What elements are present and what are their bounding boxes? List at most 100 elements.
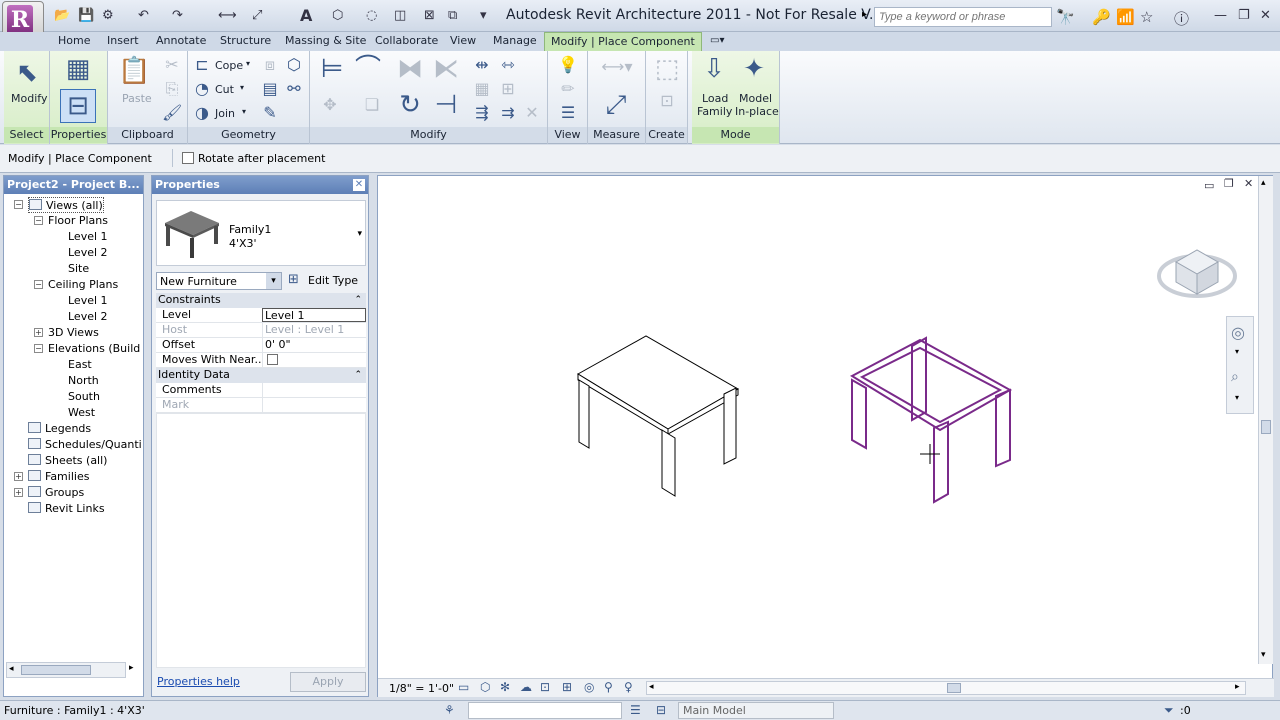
- switch-windows-qat-icon[interactable]: ⧉: [448, 8, 457, 24]
- paste-icon[interactable]: 📋: [118, 55, 150, 87]
- move-icon[interactable]: ✥: [316, 95, 344, 115]
- browser-item[interactable]: North: [68, 373, 99, 389]
- browser-item[interactable]: Level 2: [68, 245, 108, 261]
- scroll-up-icon[interactable]: ▴: [1261, 178, 1266, 188]
- canvas-vertical-scrollbar[interactable]: ▴ ▾: [1258, 176, 1273, 664]
- browser-item[interactable]: Level 1: [68, 293, 108, 309]
- tree-toggle-expand-icon[interactable]: +: [14, 488, 23, 497]
- thin-lines-qat-icon[interactable]: ◫: [394, 8, 406, 24]
- load-family-icon[interactable]: ⇩: [698, 53, 730, 85]
- override-graphics-icon[interactable]: ✏: [556, 79, 580, 99]
- design-option-select[interactable]: Main Model: [678, 702, 834, 719]
- design-options-icon[interactable]: ⊟: [656, 703, 666, 717]
- trim-extend-icon[interactable]: ⊣: [430, 89, 462, 121]
- browser-item[interactable]: Level 2: [68, 309, 108, 325]
- browser-item[interactable]: Legends: [28, 421, 91, 437]
- browser-item[interactable]: Level 1: [68, 229, 108, 245]
- prop-comments-value[interactable]: [262, 383, 366, 397]
- viewcube[interactable]: [1154, 232, 1240, 306]
- offset-icon[interactable]: ⌒: [352, 53, 384, 85]
- text-qat-icon[interactable]: A: [300, 8, 312, 24]
- remove-paint-icon[interactable]: ✎: [260, 103, 280, 123]
- shadows-icon[interactable]: ☁: [520, 680, 532, 694]
- create-similar-icon[interactable]: ⬚: [652, 53, 682, 85]
- align-icon[interactable]: ⊨: [316, 53, 348, 85]
- workset-select[interactable]: [468, 702, 622, 719]
- pin-icon[interactable]: ⇉: [498, 103, 518, 123]
- rotate-icon[interactable]: ↻: [394, 89, 426, 121]
- tab-view[interactable]: View: [450, 32, 476, 51]
- zoom-dropdown-icon[interactable]: ▾: [1235, 393, 1239, 402]
- scale-icon[interactable]: ⊞: [498, 79, 518, 99]
- restore-window-icon[interactable]: ❐: [1238, 8, 1250, 23]
- properties-help-link[interactable]: Properties help: [157, 675, 240, 688]
- sync-icon[interactable]: ⚙: [102, 8, 114, 24]
- edit-type-button[interactable]: ⊞ Edit Type: [286, 270, 366, 290]
- paste-label[interactable]: Paste: [122, 92, 152, 105]
- browser-scroll-thumb[interactable]: [21, 665, 91, 675]
- model-view[interactable]: [378, 176, 1258, 676]
- match-properties-icon[interactable]: 🖌: [162, 103, 182, 123]
- undo-icon[interactable]: ↶: [138, 8, 149, 24]
- redo-icon[interactable]: ↷: [172, 8, 183, 24]
- drawing-canvas[interactable]: ▭ ❐ ✕ ◎ ▾ ⌕ ▾ ▴ ▾ 1/8" = 1'-0" ▭ ⬡ ✻ ☁ ⊡…: [377, 175, 1274, 697]
- join-label[interactable]: Join: [215, 107, 235, 120]
- apply-button[interactable]: Apply: [290, 672, 366, 692]
- tab-massing-site[interactable]: Massing & Site: [285, 32, 366, 51]
- tab-structure[interactable]: Structure: [220, 32, 271, 51]
- copy-element-icon[interactable]: ❏: [358, 95, 386, 115]
- tab-collaborate[interactable]: Collaborate: [375, 32, 438, 51]
- show-crop-icon[interactable]: ⊞: [562, 680, 572, 694]
- prop-level-value[interactable]: Level 1: [262, 308, 366, 322]
- browser-item[interactable]: Schedules/Quanti: [28, 437, 142, 453]
- open-icon[interactable]: 📂: [54, 8, 70, 24]
- browser-item[interactable]: Sheets (all): [28, 453, 107, 469]
- worksets-icon[interactable]: ⚘: [444, 703, 455, 717]
- mirror-pick-axis-icon[interactable]: ⧓: [394, 53, 426, 85]
- cope-dropdown-icon[interactable]: ▾: [246, 59, 250, 68]
- cursor-arrow-icon[interactable]: ⬉: [12, 57, 42, 89]
- collapse-identity-icon[interactable]: ⌃: [354, 368, 362, 382]
- rotate-after-placement-checkbox[interactable]: [182, 152, 194, 164]
- scroll-left-icon[interactable]: ◂: [9, 664, 14, 674]
- view-scale[interactable]: 1/8" = 1'-0": [389, 682, 454, 695]
- category-dropdown-icon[interactable]: ▾: [266, 273, 281, 289]
- browser-item[interactable]: Ceiling Plans: [48, 277, 118, 293]
- split-icon[interactable]: ⇹: [472, 55, 492, 75]
- type-properties-icon[interactable]: ▦: [62, 53, 94, 85]
- category-select[interactable]: New Furniture ▾: [156, 272, 282, 290]
- canvas-horizontal-scrollbar[interactable]: ◂ ▸: [646, 681, 1246, 695]
- ribbon-minimize-icon[interactable]: ▭▾: [710, 32, 724, 51]
- model-inplace-line2[interactable]: In-place: [735, 105, 779, 118]
- cut-scissors-icon[interactable]: ✂: [162, 55, 182, 75]
- tree-toggle-expand-icon[interactable]: +: [34, 328, 43, 337]
- split-gap-icon[interactable]: ⇿: [498, 55, 518, 75]
- tree-toggle-collapse-icon[interactable]: −: [34, 344, 43, 353]
- demolish-icon[interactable]: ⚯: [284, 79, 304, 99]
- minimize-window-icon[interactable]: —: [1214, 8, 1227, 23]
- sun-path-icon[interactable]: ✻: [500, 680, 510, 694]
- canvas-hscroll-thumb[interactable]: [947, 683, 961, 693]
- moves-with-nearby-checkbox[interactable]: [267, 354, 278, 365]
- tab-home[interactable]: Home: [58, 32, 90, 51]
- aligned-dimension-icon[interactable]: ⤢: [598, 89, 634, 121]
- browser-item[interactable]: 3D Views: [48, 325, 99, 341]
- title-more-arrow-icon[interactable]: ▸: [862, 9, 867, 20]
- modify-button-label[interactable]: Modify: [11, 92, 47, 105]
- 3d-view-qat-icon[interactable]: ⬡: [332, 8, 343, 24]
- browser-item[interactable]: Views (all): [28, 197, 104, 213]
- browser-item[interactable]: Revit Links: [28, 501, 105, 517]
- tree-toggle-collapse-icon[interactable]: −: [14, 200, 23, 209]
- reveal-hidden-icon[interactable]: ⚲: [604, 680, 613, 694]
- cut-dropdown-icon[interactable]: ▾: [240, 83, 244, 92]
- tab-annotate[interactable]: Annotate: [156, 32, 206, 51]
- group-identity-data[interactable]: Identity Data ⌃: [156, 368, 366, 383]
- join-icon[interactable]: ◑: [192, 103, 212, 123]
- search-input[interactable]: [874, 7, 1052, 27]
- prop-offset-value[interactable]: 0' 0": [262, 338, 366, 352]
- cope-icon[interactable]: ⊏: [192, 55, 212, 75]
- tab-insert[interactable]: Insert: [107, 32, 139, 51]
- analysis-icon[interactable]: ♀: [624, 680, 633, 694]
- cope-label[interactable]: Cope: [215, 59, 243, 72]
- type-selector[interactable]: Family1 4'X3' ▾: [156, 200, 366, 266]
